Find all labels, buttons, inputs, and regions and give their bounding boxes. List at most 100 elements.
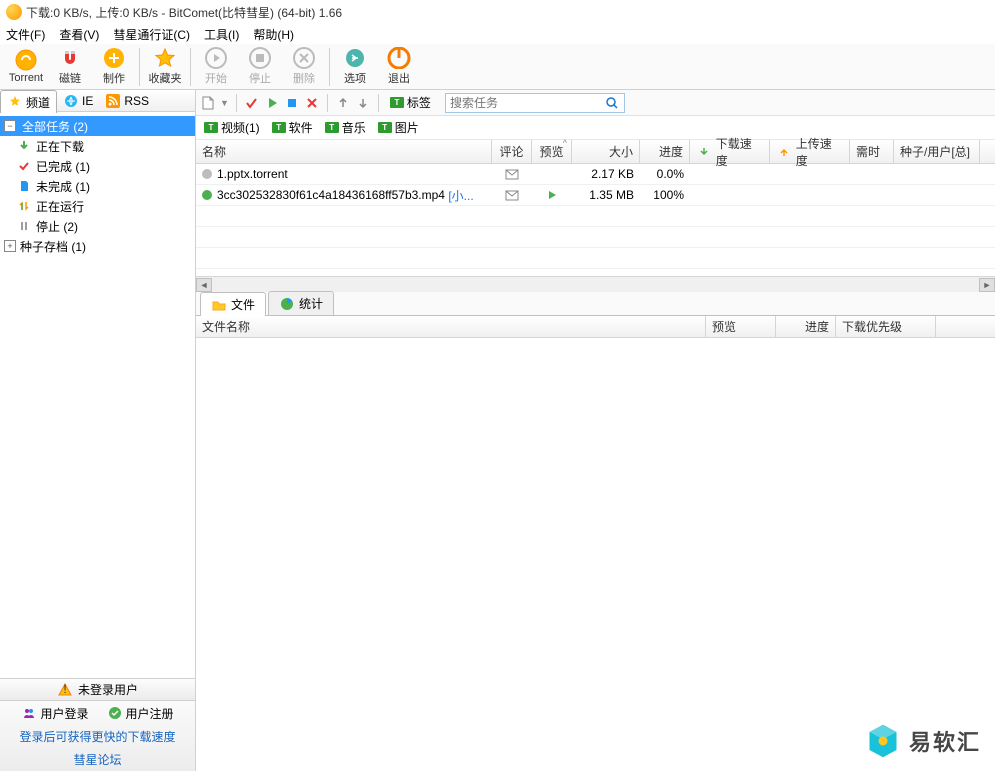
delete-button[interactable]: 删除 [282, 45, 326, 89]
sidebar-tabs: 频道 IE RSS [0, 90, 195, 112]
register-button[interactable]: 用户注册 [101, 703, 180, 724]
search-box[interactable] [445, 93, 625, 113]
tag-icon: T [378, 122, 392, 133]
delete-icon [292, 47, 316, 69]
folder-icon [211, 297, 227, 313]
filter-video[interactable]: T视频(1) [204, 119, 260, 136]
tag-icon: T [204, 122, 218, 133]
scroll-right-icon[interactable]: ► [979, 278, 995, 292]
search-input[interactable] [450, 96, 605, 110]
magnet-button[interactable]: 磁链 [48, 45, 92, 89]
tag-icon: T [325, 122, 339, 133]
make-button[interactable]: 制作 [92, 45, 136, 89]
menu-file[interactable]: 文件(F) [6, 26, 45, 43]
envelope-icon[interactable] [504, 166, 520, 182]
menu-help[interactable]: 帮助(H) [253, 26, 294, 43]
filter-music[interactable]: T音乐 [325, 119, 366, 136]
tree-downloading[interactable]: 正在下载 [0, 136, 195, 156]
app-icon [6, 4, 22, 20]
tree-archive[interactable]: + 种子存档 (1) [0, 236, 195, 256]
exit-button[interactable]: 退出 [377, 45, 421, 89]
tree-completed[interactable]: 已完成 (1) [0, 156, 195, 176]
search-icon[interactable] [605, 95, 620, 111]
col-progress[interactable]: 进度 [640, 140, 690, 163]
tree-running[interactable]: 正在运行 [0, 196, 195, 216]
col-peers[interactable]: 种子/用户[总] [894, 140, 980, 163]
sidebar-tab-rss[interactable]: RSS [99, 90, 155, 111]
menubar: 文件(F) 查看(V) 彗星通行证(C) 工具(I) 帮助(H) [0, 24, 995, 44]
main-area: ▼ T 标签 T视频(1) T软件 T音乐 T图片 [196, 90, 995, 771]
check-small-icon[interactable] [244, 95, 260, 111]
exit-icon [387, 47, 411, 69]
task-header: 名称 评论 预览^ 大小 进度 下载速度 上传速度 需时 种子/用户[总] [196, 140, 995, 164]
task-row[interactable]: 3cc302532830f61c4a18436168ff57b3.mp4 [小.… [196, 185, 995, 206]
svg-text:!: ! [63, 683, 66, 696]
login-button[interactable]: 用户登录 [15, 703, 94, 724]
tree-all-tasks[interactable]: − 全部任务 (2) [0, 116, 195, 136]
check-icon [16, 158, 32, 174]
up-small-icon[interactable] [335, 95, 351, 111]
empty-row [196, 206, 995, 227]
star-icon [153, 47, 177, 69]
expand-icon[interactable]: + [4, 240, 16, 252]
col-ul[interactable]: 上传速度 [770, 140, 850, 163]
start-button[interactable]: 开始 [194, 45, 238, 89]
tree-incomplete[interactable]: 未完成 (1) [0, 176, 195, 196]
toolbar-separator [329, 48, 330, 86]
horizontal-scrollbar[interactable]: ◄ ► [196, 276, 995, 292]
col-comment[interactable]: 评论 [492, 140, 532, 163]
dropdown-arrow-icon[interactable]: ▼ [220, 98, 229, 108]
filter-picture[interactable]: T图片 [378, 119, 419, 136]
stop-icon [248, 47, 272, 69]
options-button[interactable]: 选项 [333, 45, 377, 89]
ie-icon [63, 93, 79, 109]
empty-row [196, 227, 995, 248]
play-preview-icon[interactable] [544, 187, 560, 203]
envelope-icon[interactable] [504, 187, 520, 203]
dcol-progress[interactable]: 进度 [776, 316, 836, 337]
sub-toolbar: ▼ T 标签 [196, 90, 995, 116]
file-icon [16, 178, 32, 194]
stop-button[interactable]: 停止 [238, 45, 282, 89]
scroll-left-icon[interactable]: ◄ [196, 278, 212, 292]
tag-button[interactable]: T 标签 [386, 93, 435, 112]
down-small-icon[interactable] [355, 95, 371, 111]
watermark-logo-icon [865, 723, 901, 759]
down-arrow-icon [16, 138, 32, 154]
col-preview[interactable]: 预览^ [532, 140, 572, 163]
tree-stopped[interactable]: 停止 (2) [0, 216, 195, 236]
empty-row [196, 248, 995, 269]
dcol-preview[interactable]: 预览 [706, 316, 776, 337]
filter-software[interactable]: T软件 [272, 119, 313, 136]
forum-link[interactable]: 彗星论坛 [0, 748, 195, 771]
dcol-filename[interactable]: 文件名称 [196, 316, 706, 337]
login-tip: 登录后可获得更快的下载速度 [0, 725, 195, 748]
sidebar-tab-ie[interactable]: IE [57, 90, 99, 111]
menu-tools[interactable]: 工具(I) [204, 26, 239, 43]
col-size[interactable]: 大小 [572, 140, 640, 163]
watermark: 易软汇 [865, 723, 981, 759]
play-small-icon[interactable] [264, 95, 280, 111]
torrent-button[interactable]: Torrent [4, 45, 48, 89]
col-time[interactable]: 需时 [850, 140, 894, 163]
detail-tab-stats[interactable]: 统计 [268, 291, 334, 315]
menu-passport[interactable]: 彗星通行证(C) [113, 26, 190, 43]
collapse-icon[interactable]: − [4, 120, 16, 132]
col-name[interactable]: 名称 [196, 140, 492, 163]
dcol-priority[interactable]: 下载优先级 [836, 316, 936, 337]
stop-small-icon[interactable] [284, 95, 300, 111]
detail-tab-files[interactable]: 文件 [200, 292, 266, 316]
status-dot-gray [202, 169, 212, 179]
pause-icon [16, 218, 32, 234]
task-row[interactable]: 1.pptx.torrent 2.17 KB 0.0% [196, 164, 995, 185]
user-panel: ! 未登录用户 用户登录 用户注册 登录后可获得更快的下载速度 彗星论坛 [0, 678, 195, 771]
menu-view[interactable]: 查看(V) [59, 26, 99, 43]
favorites-button[interactable]: 收藏夹 [143, 45, 187, 89]
user-buttons: 用户登录 用户注册 [0, 701, 195, 725]
delete-small-icon[interactable] [304, 95, 320, 111]
sidebar-tab-channel[interactable]: 频道 [0, 90, 57, 113]
toolbar-separator [139, 48, 140, 86]
new-file-icon[interactable] [200, 95, 216, 111]
tag-icon: T [390, 97, 404, 108]
col-dl[interactable]: 下载速度 [690, 140, 770, 163]
